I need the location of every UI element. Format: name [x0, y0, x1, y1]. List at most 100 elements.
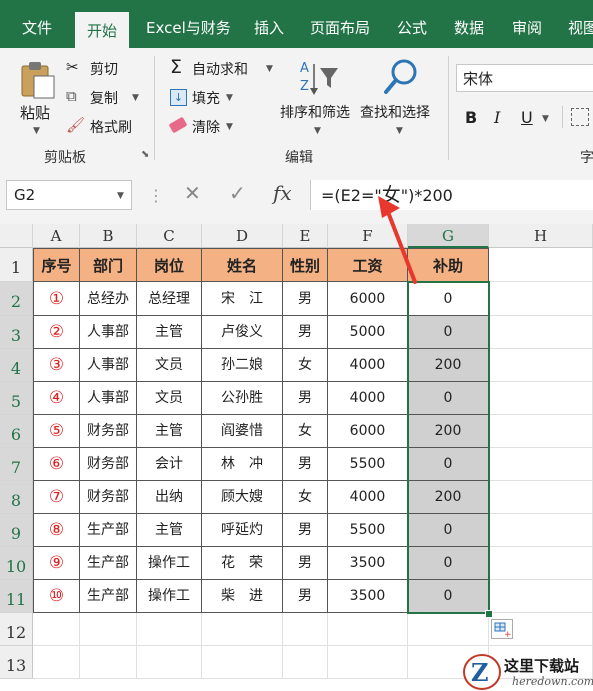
table-cell[interactable]: 主管	[137, 514, 202, 547]
empty-cell[interactable]	[489, 248, 593, 282]
table-header-cell[interactable]: 序号	[33, 248, 80, 282]
table-cell[interactable]: 文员	[137, 349, 202, 382]
row-header-10[interactable]: 10	[0, 547, 33, 580]
cut-button[interactable]: ✂ 剪切	[66, 58, 146, 80]
copy-dropdown-icon[interactable]: ▼	[132, 93, 139, 103]
table-cell[interactable]: ⑤	[33, 415, 80, 448]
empty-cell[interactable]	[283, 613, 328, 646]
table-cell[interactable]: 财务部	[80, 481, 137, 514]
format-painter-button[interactable]: 🖌 格式刷	[66, 116, 146, 138]
table-cell[interactable]: 操作工	[137, 580, 202, 613]
bold-button[interactable]: B	[465, 108, 477, 127]
table-cell[interactable]: ②	[33, 316, 80, 349]
empty-cell[interactable]	[489, 514, 593, 547]
table-cell[interactable]: ⑩	[33, 580, 80, 613]
column-header-c[interactable]: C	[137, 224, 202, 248]
table-cell[interactable]: 6000	[328, 415, 408, 448]
table-cell[interactable]: 总经办	[80, 282, 137, 316]
table-cell[interactable]: 男	[283, 580, 328, 613]
table-cell[interactable]: 财务部	[80, 448, 137, 481]
table-cell[interactable]: 女	[283, 481, 328, 514]
subsidy-cell[interactable]: 200	[408, 349, 489, 382]
cancel-icon[interactable]: ✕	[184, 181, 201, 205]
enter-icon[interactable]: ✓	[229, 181, 246, 205]
table-cell[interactable]: 人事部	[80, 349, 137, 382]
table-cell[interactable]: 总经理	[137, 282, 202, 316]
table-cell[interactable]: 人事部	[80, 382, 137, 415]
table-cell[interactable]: 财务部	[80, 415, 137, 448]
table-cell[interactable]: 5000	[328, 316, 408, 349]
table-cell[interactable]: 宋 江	[202, 282, 283, 316]
table-cell[interactable]: 柴 进	[202, 580, 283, 613]
row-header-12[interactable]: 12	[0, 613, 33, 646]
column-header-d[interactable]: D	[202, 224, 283, 248]
empty-cell[interactable]	[408, 613, 489, 646]
empty-cell[interactable]	[489, 316, 593, 349]
row-header-11[interactable]: 11	[0, 580, 33, 613]
subsidy-cell[interactable]: 0	[408, 316, 489, 349]
empty-cell[interactable]	[328, 646, 408, 679]
tab-formulas[interactable]: 公式	[397, 0, 427, 48]
row-header-3[interactable]: 3	[0, 316, 33, 349]
table-cell[interactable]: 呼延灼	[202, 514, 283, 547]
table-cell[interactable]: 4000	[328, 481, 408, 514]
table-cell[interactable]: 男	[283, 316, 328, 349]
column-header-e[interactable]: E	[283, 224, 328, 248]
row-header-7[interactable]: 7	[0, 448, 33, 481]
tab-home[interactable]: 开始	[75, 12, 130, 48]
table-cell[interactable]: 3500	[328, 580, 408, 613]
table-cell[interactable]: ③	[33, 349, 80, 382]
row-header-4[interactable]: 4	[0, 349, 33, 382]
row-header-13[interactable]: 13	[0, 646, 33, 679]
table-cell[interactable]: 生产部	[80, 547, 137, 580]
empty-cell[interactable]	[80, 646, 137, 679]
table-cell[interactable]: 男	[283, 382, 328, 415]
empty-cell[interactable]	[489, 448, 593, 481]
table-cell[interactable]: ⑥	[33, 448, 80, 481]
subsidy-cell[interactable]: 200	[408, 481, 489, 514]
empty-cell[interactable]	[489, 282, 593, 316]
subsidy-cell[interactable]: 0	[408, 382, 489, 415]
table-cell[interactable]: ④	[33, 382, 80, 415]
insert-function-icon[interactable]: fx	[273, 181, 292, 205]
empty-cell[interactable]	[33, 646, 80, 679]
tab-view[interactable]: 视图	[568, 0, 593, 48]
sort-filter-button[interactable]: A Z 排序和筛选 ▼	[280, 56, 356, 142]
subsidy-cell[interactable]: 200	[408, 415, 489, 448]
table-cell[interactable]: 女	[283, 349, 328, 382]
clear-button[interactable]: 清除 ▼	[168, 116, 250, 138]
table-cell[interactable]: 男	[283, 282, 328, 316]
empty-cell[interactable]	[489, 580, 593, 613]
quick-analysis-button[interactable]: +	[491, 619, 513, 640]
fill-dropdown-icon[interactable]: ▼	[226, 93, 233, 103]
table-cell[interactable]: 卢俊义	[202, 316, 283, 349]
worksheet-grid[interactable]: A B C D E F G H 1 2 3 4 5 6 7 8 9 10 11 12 13 序号 部门 岗位 姓名 性别 工资 补助 ①…	[0, 224, 593, 691]
tab-file[interactable]: 文件	[22, 0, 52, 48]
table-cell[interactable]: 阎婆惜	[202, 415, 283, 448]
table-cell[interactable]: 女	[283, 415, 328, 448]
table-cell[interactable]: 3500	[328, 547, 408, 580]
table-cell[interactable]: ⑨	[33, 547, 80, 580]
table-cell[interactable]: 5500	[328, 514, 408, 547]
row-header-6[interactable]: 6	[0, 415, 33, 448]
column-header-b[interactable]: B	[80, 224, 137, 248]
name-box[interactable]: G2	[6, 180, 132, 210]
italic-button[interactable]: I	[494, 108, 500, 127]
table-cell[interactable]: 主管	[137, 415, 202, 448]
empty-cell[interactable]	[137, 613, 202, 646]
name-box-dropdown-icon[interactable]: ▼	[117, 191, 124, 201]
table-cell[interactable]: 人事部	[80, 316, 137, 349]
table-cell[interactable]: 顾大嫂	[202, 481, 283, 514]
empty-cell[interactable]	[489, 547, 593, 580]
table-cell[interactable]: ⑦	[33, 481, 80, 514]
paste-button[interactable]: 粘贴 ▼	[14, 58, 58, 148]
table-header-cell[interactable]: 姓名	[202, 248, 283, 282]
table-cell[interactable]: 花 荣	[202, 547, 283, 580]
table-cell[interactable]: 会计	[137, 448, 202, 481]
table-header-cell[interactable]: 部门	[80, 248, 137, 282]
table-cell[interactable]: ⑧	[33, 514, 80, 547]
table-header-cell[interactable]: 岗位	[137, 248, 202, 282]
table-header-cell[interactable]: 性别	[283, 248, 328, 282]
row-header-1[interactable]: 1	[0, 248, 33, 282]
table-cell[interactable]: 公孙胜	[202, 382, 283, 415]
